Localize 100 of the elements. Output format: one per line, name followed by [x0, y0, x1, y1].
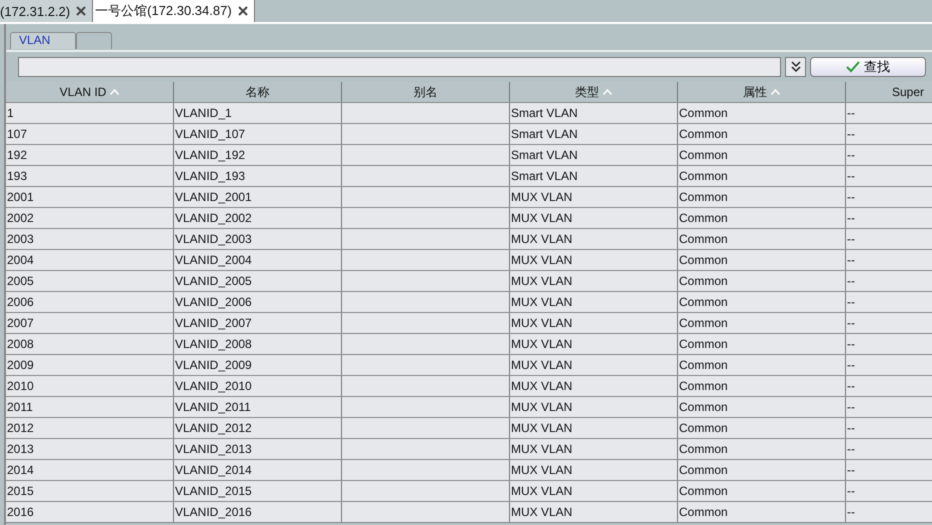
table-cell: Common	[679, 379, 728, 393]
table-cell: --	[847, 274, 855, 288]
table-cell: VLANID_107	[175, 127, 246, 141]
header-label: 属性	[743, 84, 767, 100]
header-label: 类型	[575, 84, 599, 100]
table-cell: --	[847, 295, 855, 309]
table-cell: Common	[679, 127, 728, 141]
table-cell: MUX VLAN	[511, 505, 572, 519]
table-cell: VLANID_192	[175, 148, 246, 162]
table-cell: Common	[679, 211, 728, 225]
table-cell: MUX VLAN	[511, 295, 572, 309]
table-cell: 2004	[7, 253, 34, 267]
table-cell: MUX VLAN	[511, 400, 572, 414]
table-cell: --	[847, 505, 855, 519]
table-cell: --	[847, 421, 855, 435]
column-header[interactable]: 类型	[510, 82, 678, 102]
table-cell: Common	[679, 358, 728, 372]
table-cell: Common	[679, 484, 728, 498]
table-cell: --	[847, 442, 855, 456]
table-cell: --	[847, 232, 855, 246]
table-cell: MUX VLAN	[511, 463, 572, 477]
table-cell: MUX VLAN	[511, 442, 572, 456]
table-cell: 1	[7, 106, 14, 120]
table-cell: VLANID_2005	[175, 274, 252, 288]
document-tab[interactable]: 一号公馆(172.30.34.87)	[93, 0, 255, 22]
table-cell: VLANID_2008	[175, 337, 252, 351]
table-cell: VLANID_2012	[175, 421, 252, 435]
table-cell: --	[847, 169, 855, 183]
table-cell: MUX VLAN	[511, 358, 572, 372]
table-cell: Common	[679, 190, 728, 204]
table-cell: VLANID_1	[175, 106, 232, 120]
header-label: Super	[892, 85, 924, 99]
table-cell: 2006	[7, 295, 34, 309]
table-cell: VLANID_2006	[175, 295, 252, 309]
table-cell: --	[847, 148, 855, 162]
table-cell: Common	[679, 295, 728, 309]
column-header[interactable]: 别名	[342, 82, 510, 102]
table-cell: 2010	[7, 379, 34, 393]
table-cell: MUX VLAN	[511, 232, 572, 246]
table-cell: VLANID_2014	[175, 463, 252, 477]
column-header[interactable]: 名称	[174, 82, 342, 102]
table-cell: MUX VLAN	[511, 190, 572, 204]
table-cell: 2001	[7, 190, 34, 204]
table-cell: 2015	[7, 484, 34, 498]
table-cell: VLANID_2004	[175, 253, 252, 267]
table-cell: VLANID_2015	[175, 484, 252, 498]
table-cell: --	[847, 253, 855, 267]
table-cell: 107	[7, 127, 28, 141]
table-cell: 2005	[7, 274, 34, 288]
header-label: 别名	[414, 84, 438, 100]
search-button[interactable]: 查找	[810, 57, 926, 77]
table-cell: Smart VLAN	[511, 106, 578, 120]
table-cell: Common	[679, 337, 728, 351]
table-cell: --	[847, 211, 855, 225]
view-tab[interactable]: VLAN	[10, 32, 76, 49]
table-cell: Common	[679, 106, 728, 120]
table-cell: 192	[7, 148, 28, 162]
table-cell: 193	[7, 169, 28, 183]
search-field[interactable]	[18, 57, 781, 77]
column-header[interactable]: VLAN ID	[6, 82, 174, 102]
table-cell: VLANID_2002	[175, 211, 252, 225]
table-cell: 2014	[7, 463, 34, 477]
table-cell: Smart VLAN	[511, 169, 578, 183]
table-cell: 2011	[7, 400, 33, 414]
table-cell: MUX VLAN	[511, 337, 572, 351]
table-cell: MUX VLAN	[511, 379, 572, 393]
table-cell: MUX VLAN	[511, 274, 572, 288]
table-cell: MUX VLAN	[511, 253, 572, 267]
table-cell: VLANID_2009	[175, 358, 252, 372]
table-cell: MUX VLAN	[511, 484, 572, 498]
table-cell: MUX VLAN	[511, 421, 572, 435]
close-icon[interactable]	[76, 6, 86, 16]
table-cell: VLANID_2007	[175, 316, 252, 330]
table-cell: MUX VLAN	[511, 316, 572, 330]
table-cell: Common	[679, 463, 728, 477]
table-cell: 2016	[7, 505, 34, 519]
table-cell: --	[847, 337, 855, 351]
table-cell: Smart VLAN	[511, 127, 578, 141]
table-cell: Common	[679, 232, 728, 246]
table-cell: 2003	[7, 232, 34, 246]
column-header[interactable]: Super	[846, 82, 932, 102]
column-header[interactable]: 属性	[678, 82, 846, 102]
table-cell: Common	[679, 148, 728, 162]
table-cell: --	[847, 463, 855, 477]
expand-button[interactable]	[785, 57, 806, 77]
table-cell: --	[847, 379, 855, 393]
double-chevron-icon	[790, 61, 800, 73]
table-cell: 2002	[7, 211, 34, 225]
table-cell: VLANID_2011	[175, 400, 251, 414]
table-cell: --	[847, 484, 855, 498]
table-cell: Common	[679, 316, 728, 330]
table-cell: 2009	[7, 358, 34, 372]
header-label: 名称	[246, 84, 270, 100]
table-cell: 2008	[7, 337, 34, 351]
table-cell: --	[847, 316, 855, 330]
table-cell: Common	[679, 169, 728, 183]
table-cell: 2013	[7, 442, 34, 456]
document-tab[interactable]: (172.31.2.2)	[0, 0, 94, 22]
close-icon[interactable]	[238, 6, 248, 16]
table-cell: --	[847, 190, 855, 204]
